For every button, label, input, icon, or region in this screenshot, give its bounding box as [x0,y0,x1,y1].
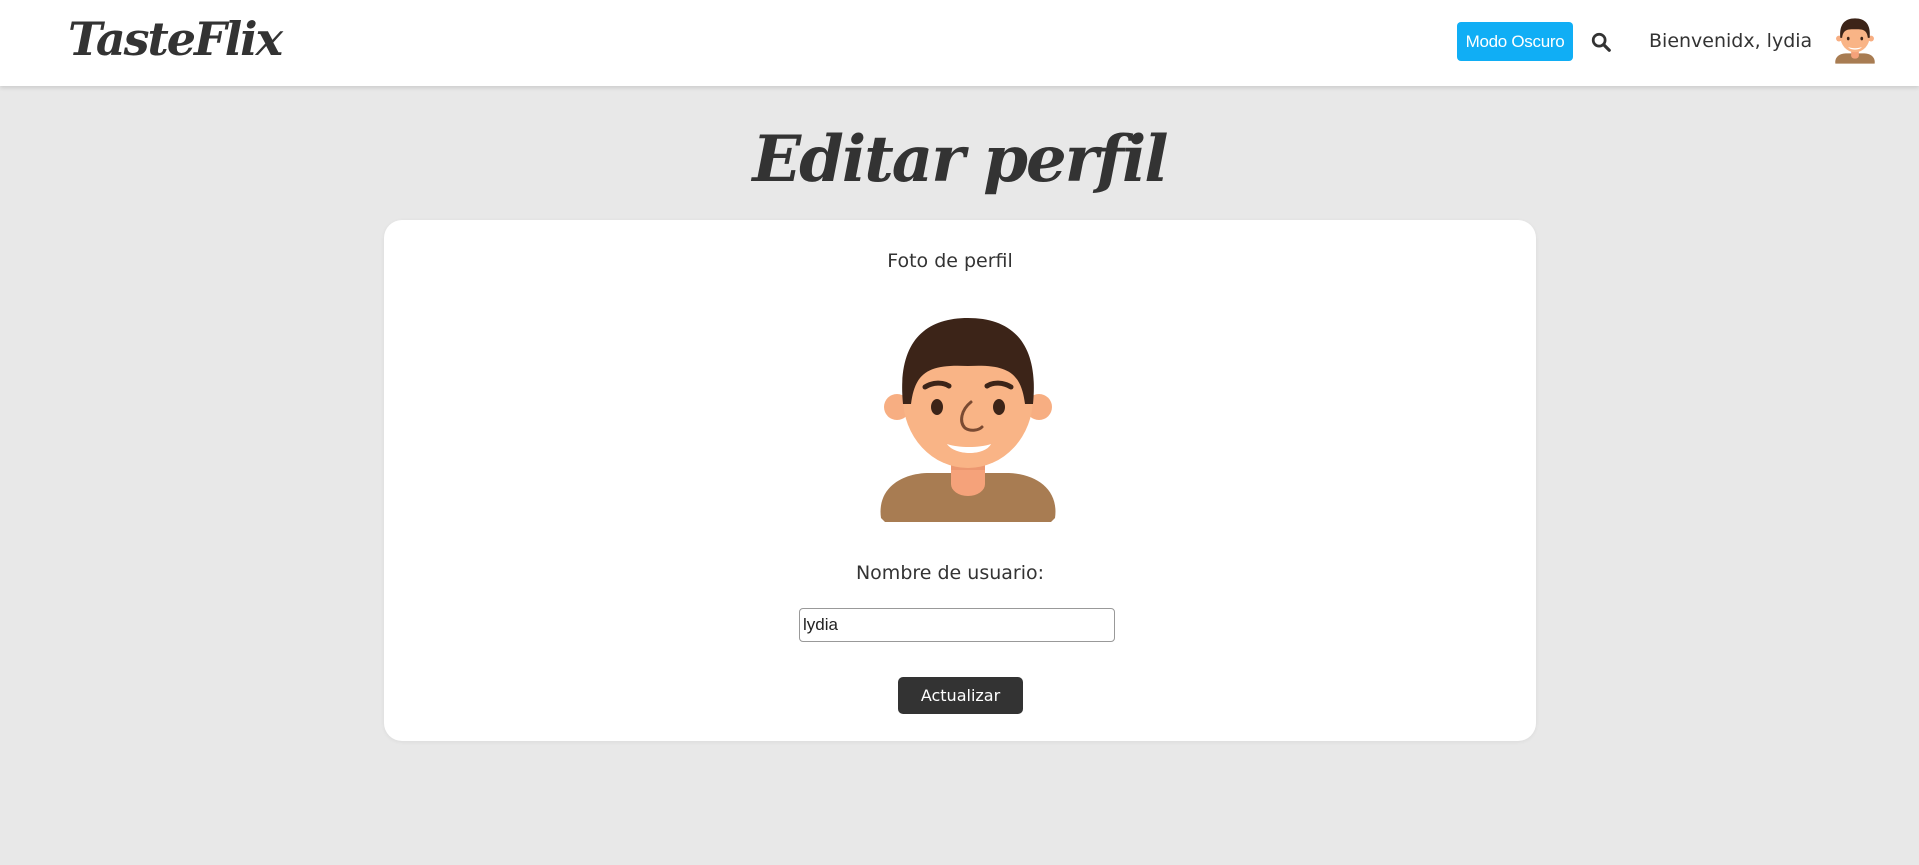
photo-label: Foto de perfil [887,250,1013,272]
update-button[interactable]: Actualizar [898,677,1023,714]
username-label: Nombre de usuario: [855,562,1045,584]
welcome-text: Bienvenidx, lydia [1649,30,1813,52]
profile-card: Foto de perfil Nombre de usuario: Actual… [384,220,1536,741]
navbar: TasteFlix Modo Oscuro Bienvenidx, lydia [0,0,1919,86]
search-icon[interactable] [1590,31,1612,53]
username-input[interactable] [799,608,1115,642]
logo[interactable]: TasteFlix [68,12,283,66]
profile-avatar[interactable] [875,314,1061,522]
page-title: Editar perfil [752,122,1168,197]
dark-mode-button[interactable]: Modo Oscuro [1457,22,1573,61]
user-avatar-icon[interactable] [1834,17,1876,65]
